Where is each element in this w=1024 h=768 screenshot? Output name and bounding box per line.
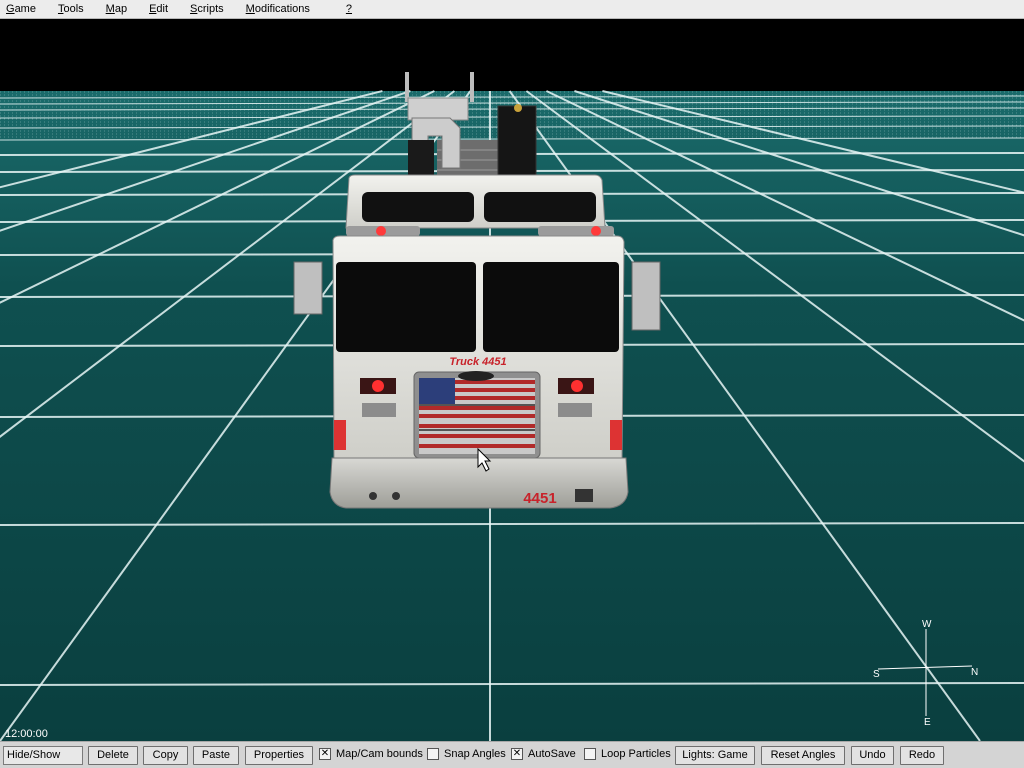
menu-edit-label: dit xyxy=(156,2,169,15)
map-cam-bounds-label: Map/Cam bounds xyxy=(336,748,423,760)
menu-map[interactable]: Map xyxy=(100,0,133,19)
map-cam-bounds-checkbox[interactable]: ✕ Map/Cam bounds xyxy=(319,748,423,760)
autosave-label: AutoSave xyxy=(528,748,576,760)
reset-angles-button[interactable]: Reset Angles xyxy=(761,746,845,765)
menu-scripts-label: cripts xyxy=(197,2,224,15)
truck-number: 4451 xyxy=(523,490,556,507)
3d-viewport[interactable]: Truck 4451 4451 xyxy=(0,19,1024,741)
compass-east-label: E xyxy=(924,717,931,728)
compass-north-west-label: W xyxy=(922,619,932,630)
paste-button[interactable]: Paste xyxy=(193,746,239,765)
menu-tools-label: ools xyxy=(63,2,84,15)
redo-button[interactable]: Redo xyxy=(900,746,944,765)
sky xyxy=(0,19,1024,91)
editor-toolbar: Hide/Show Delete Copy Paste Properties ✕… xyxy=(0,741,1024,768)
properties-button[interactable]: Properties xyxy=(245,746,313,765)
compass-south-label: S xyxy=(873,669,880,680)
menu-bar: Game Tools Map Edit Scripts Modification… xyxy=(0,0,1024,19)
loop-particles-check-icon xyxy=(584,748,596,760)
menu-edit[interactable]: Edit xyxy=(143,0,174,19)
menu-game-mnemonic: G xyxy=(6,2,15,15)
hide-show-dropdown[interactable]: Hide/Show xyxy=(3,746,83,765)
menu-map-label: ap xyxy=(114,2,128,15)
delete-button[interactable]: Delete xyxy=(88,746,138,765)
map-cam-bounds-check-icon: ✕ xyxy=(319,748,331,760)
undo-button[interactable]: Undo xyxy=(851,746,894,765)
menu-map-mnemonic: M xyxy=(105,2,115,15)
compass-north-label: N xyxy=(971,667,979,678)
menu-modifications-label: odifications xyxy=(254,2,310,15)
game-clock: 12:00:00 xyxy=(5,728,48,740)
loop-particles-label: Loop Particles xyxy=(601,748,671,760)
menu-help[interactable]: ? xyxy=(340,0,358,19)
menu-game-label: ame xyxy=(14,2,36,15)
snap-angles-check-icon xyxy=(427,748,439,760)
truck-label: Truck 4451 xyxy=(449,356,506,368)
autosave-check-icon: ✕ xyxy=(511,748,523,760)
autosave-checkbox[interactable]: ✕ AutoSave xyxy=(511,748,576,760)
menu-scripts[interactable]: Scripts xyxy=(184,0,230,19)
snap-angles-checkbox[interactable]: Snap Angles xyxy=(427,748,506,760)
menu-game[interactable]: Game xyxy=(0,0,42,19)
menu-help-mnemonic: ? xyxy=(345,2,353,15)
menu-modifications[interactable]: Modifications xyxy=(240,0,316,19)
lights-mode-button[interactable]: Lights: Game xyxy=(675,746,755,765)
snap-angles-label: Snap Angles xyxy=(444,748,506,760)
scene-canvas: Truck 4451 4451 xyxy=(0,19,1024,741)
copy-button[interactable]: Copy xyxy=(143,746,188,765)
loop-particles-checkbox[interactable]: Loop Particles xyxy=(584,748,671,760)
menu-tools[interactable]: Tools xyxy=(52,0,90,19)
menu-modifications-mnemonic: M xyxy=(245,2,255,15)
